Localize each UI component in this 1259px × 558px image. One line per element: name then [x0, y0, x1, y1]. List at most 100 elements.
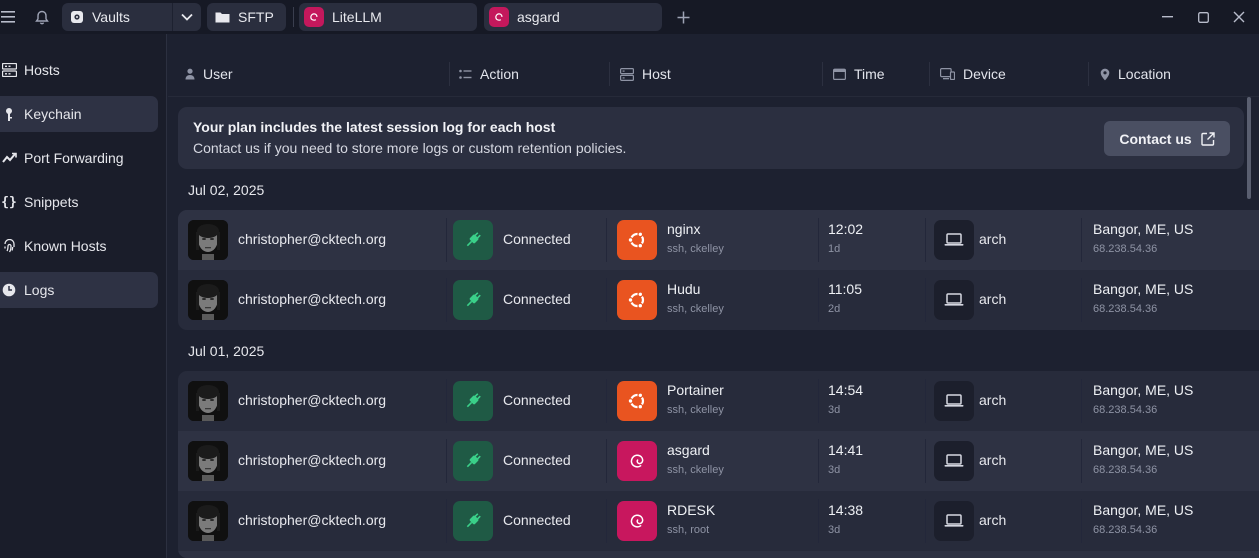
column-label: Time [854, 66, 885, 82]
braces-icon: {} [1, 194, 17, 210]
avatar [188, 280, 228, 320]
action-label: Connected [503, 291, 571, 307]
laptop-icon [934, 381, 974, 421]
action-label: Connected [503, 452, 571, 468]
laptop-icon [934, 441, 974, 481]
ip-address: 68.238.54.36 [1093, 404, 1158, 416]
avatar [188, 501, 228, 541]
avatar [188, 381, 228, 421]
host-name: asgard [667, 442, 710, 458]
contact-us-button[interactable]: Contact us [1104, 121, 1230, 156]
date-heading: Jul 01, 2025 [188, 343, 265, 359]
time-ago: 3d [828, 524, 841, 536]
table-row[interactable]: christopher@cktech.org Connected Hudu ss… [178, 270, 1259, 330]
column-divider [1088, 62, 1089, 86]
sidebar: Hosts Keychain Port Forwarding {} Snippe… [0, 34, 167, 558]
tab-label: asgard [517, 9, 560, 25]
location-pin-icon [1100, 68, 1110, 80]
folder-icon [215, 11, 230, 23]
session-time: 12:02 [828, 221, 864, 237]
column-divider [449, 62, 450, 86]
cell-divider [818, 218, 819, 262]
cell-divider [925, 499, 926, 543]
action-label: Connected [503, 392, 571, 408]
sidebar-item-label: Known Hosts [24, 238, 107, 254]
debian-icon [489, 7, 509, 27]
device-name: arch [979, 291, 1007, 307]
notification-bell-icon[interactable] [30, 0, 54, 34]
cell-divider [446, 439, 447, 483]
column-header-action[interactable]: Action [459, 54, 519, 94]
action-label: Connected [503, 231, 571, 247]
vault-icon [70, 10, 84, 24]
plan-banner: Your plan includes the latest session lo… [178, 107, 1244, 169]
laptop-icon [934, 220, 974, 260]
table-row[interactable]: christopher@cktech.org Connected nginx s… [178, 210, 1259, 270]
column-header-device[interactable]: Device [940, 54, 1006, 94]
user-email: christopher@cktech.org [238, 452, 387, 468]
table-row[interactable]: christopher@cktech.org Connected Portain… [178, 371, 1259, 431]
column-header-time[interactable]: Time [833, 54, 885, 94]
avatar [188, 220, 228, 260]
vaults-label: Vaults [92, 9, 130, 25]
column-header-user[interactable]: User [185, 54, 233, 94]
sidebar-item-known-hosts[interactable]: Known Hosts [0, 228, 158, 264]
location: Bangor, ME, US [1093, 281, 1194, 297]
sidebar-item-snippets[interactable]: {} Snippets [0, 184, 158, 220]
minimize-icon[interactable] [1150, 0, 1186, 34]
time-ago: 2d [828, 303, 841, 315]
column-header-location[interactable]: Location [1100, 54, 1171, 94]
column-label: Host [642, 66, 671, 82]
location: Bangor, ME, US [1093, 221, 1194, 237]
plug-connected-icon [453, 220, 493, 260]
cell-divider [446, 379, 447, 423]
sidebar-item-label: Keychain [24, 106, 82, 122]
log-group: christopher@cktech.org Connected nginx s… [178, 210, 1259, 330]
device-name: arch [979, 512, 1007, 528]
table-row[interactable]: christopher@cktech.org Connected asgard … [178, 431, 1259, 491]
vaults-tab[interactable]: Vaults [62, 3, 201, 31]
sidebar-item-logs[interactable]: Logs [0, 272, 158, 308]
session-time: 11:05 [828, 281, 862, 297]
user-email: christopher@cktech.org [238, 231, 387, 247]
tab-asgard[interactable]: asgard [484, 3, 662, 31]
device-name: arch [979, 392, 1007, 408]
session-time: 14:38 [828, 502, 864, 518]
sidebar-item-hosts[interactable]: Hosts [0, 52, 158, 88]
menu-icon[interactable] [0, 0, 18, 34]
location: Bangor, ME, US [1093, 382, 1194, 398]
hosts-icon [0, 63, 24, 77]
session-time: 14:54 [828, 382, 864, 398]
cell-divider [1081, 439, 1082, 483]
host-name: RDESK [667, 502, 716, 518]
host-credentials: ssh, ckelley [667, 464, 724, 476]
tab-litellm[interactable]: LiteLLM [299, 3, 477, 31]
maximize-icon[interactable] [1185, 0, 1221, 34]
avatar [188, 441, 228, 481]
key-icon [0, 107, 24, 122]
table-row[interactable]: christopher@cktech.org Connected RDESK s… [178, 491, 1259, 551]
user-icon [185, 68, 195, 80]
host-credentials: ssh, ckelley [667, 303, 724, 315]
debian-icon [617, 441, 657, 481]
table-row[interactable] [178, 551, 1259, 558]
cell-divider [606, 218, 607, 262]
add-tab-icon[interactable] [672, 0, 694, 34]
tab-label: SFTP [238, 9, 274, 25]
cell-divider [818, 379, 819, 423]
column-header-host[interactable]: Host [620, 54, 671, 94]
laptop-icon [934, 280, 974, 320]
tab-sftp[interactable]: SFTP [207, 3, 286, 31]
location: Bangor, ME, US [1093, 502, 1194, 518]
sidebar-item-keychain[interactable]: Keychain [0, 96, 158, 132]
close-icon[interactable] [1221, 0, 1257, 34]
host-name: Portainer [667, 382, 724, 398]
sidebar-item-label: Logs [24, 282, 55, 298]
scrollbar[interactable] [1247, 97, 1251, 199]
cell-divider [818, 499, 819, 543]
column-label: Action [480, 66, 519, 82]
server-icon [620, 67, 634, 81]
column-divider [822, 62, 823, 86]
sidebar-item-port-forwarding[interactable]: Port Forwarding [0, 140, 158, 176]
chevron-down-icon[interactable] [173, 3, 201, 31]
